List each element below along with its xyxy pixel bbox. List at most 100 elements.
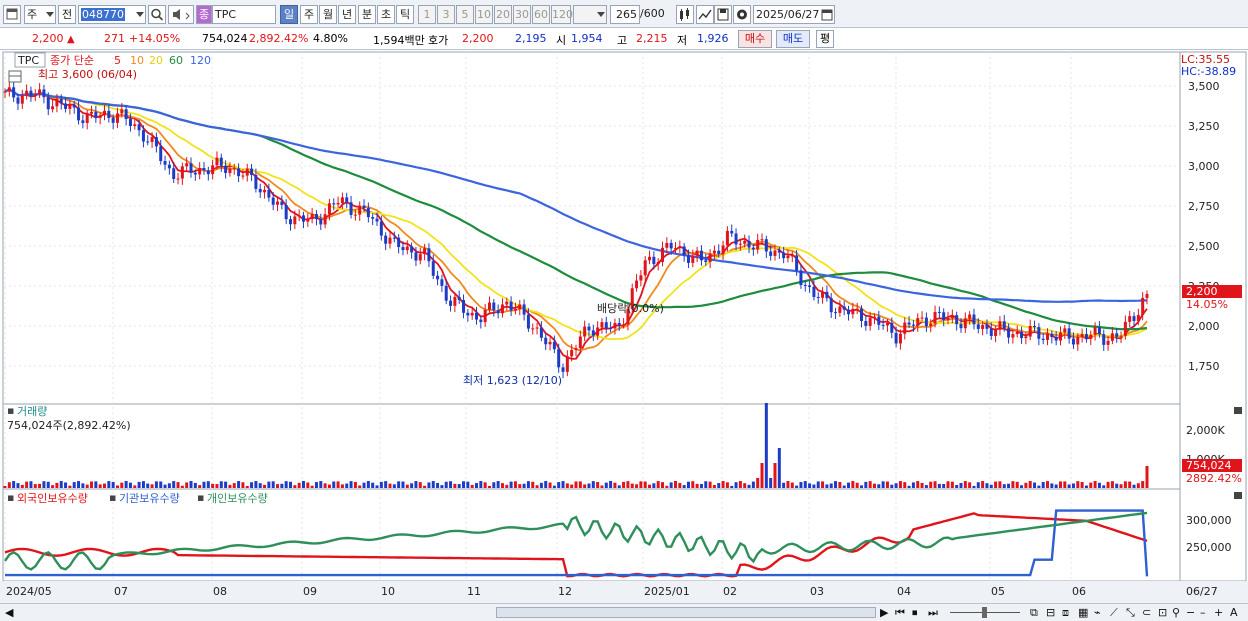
candle-icon[interactable] [676,5,694,24]
rewind-icon[interactable]: ⏮ [895,606,905,620]
grid-icon[interactable]: ▦ [1078,606,1088,619]
chart-canvas[interactable]: TPC 종가 단순 5 10 20 60 120 최고 3,600 (06/04… [0,51,1248,603]
count-input[interactable]: 265 [610,5,640,24]
candle-body [872,316,876,318]
period-year[interactable]: 년 [338,5,356,24]
volume-bar [314,482,318,488]
volume-bar [124,481,128,488]
save-icon[interactable] [714,5,732,24]
volume-bar [994,481,998,488]
magnet-icon[interactable]: ⊂ [1142,606,1151,619]
scroll-right-icon[interactable]: ▶ [880,606,888,619]
font-size-icon[interactable]: A [1230,606,1238,619]
volume-bar [427,482,431,488]
candle-body [509,301,513,311]
volume-bar [3,486,7,488]
overlay-icon[interactable]: ⧈ [1062,606,1069,620]
candle-body [98,115,102,118]
interval-5[interactable]: 5 [456,5,474,24]
period-week[interactable]: 주 [300,5,318,24]
holding-panel-close-icon[interactable] [1234,492,1242,499]
evaluate-button[interactable]: 평 [816,30,834,48]
candle-body [189,163,193,173]
volume-bar [462,481,466,488]
split-icon[interactable]: ⊟ [1046,606,1055,619]
volume-bar [609,481,613,488]
volume-bar [648,484,652,488]
volume-bar [449,481,453,488]
candle-body [1080,334,1084,338]
interval-1[interactable]: 1 [418,5,436,24]
volume-bar [1084,485,1088,488]
zoom-out-button[interactable]: – [1200,606,1206,619]
prev-button[interactable]: 전 [58,5,76,24]
volume-bar [306,482,310,488]
interval-30[interactable]: 30 [513,5,531,24]
zoom-slider-handle[interactable] [982,607,987,618]
volume-bar [245,485,249,488]
calendar-icon[interactable] [821,8,833,21]
interval-select[interactable] [573,5,607,24]
interval-10[interactable]: 10 [475,5,493,24]
candle-body [271,197,275,205]
volume-title: 거래량 [17,405,47,418]
search-icon[interactable] [148,5,166,24]
interval-3[interactable]: 3 [437,5,455,24]
volume-bar [812,484,816,488]
sell-button[interactable]: 매도 [776,30,810,48]
zoom-in-icon[interactable]: + [1214,606,1223,619]
period-tick[interactable]: 틱 [396,5,414,24]
period-second[interactable]: 초 [377,5,395,24]
stock-name-field[interactable]: TPC [212,5,276,24]
type-select[interactable]: 주 [24,5,56,24]
gear-icon[interactable] [733,5,751,24]
candle-body [336,202,340,205]
stop-icon[interactable]: ⏹ [912,606,918,620]
volume-bar [959,483,963,488]
candle-body [777,250,781,253]
zoom-out-icon[interactable]: − [1186,606,1195,619]
scroll-bar[interactable]: ◀ ▶ ⏮ ⏹ ⏭ ⧉ ⊟ ⧈ ▦ ⌁ ⟋ ⤡ ⊂ ⊡ ⚲ − – + A [0,603,1248,621]
volume-bar [159,481,163,488]
candle-body [1136,315,1140,321]
volume-bar [1020,485,1024,488]
candle-body [747,240,751,248]
candle-body [695,250,699,256]
candle-body [418,254,422,261]
volume-bar [777,448,781,488]
candle-body [128,119,132,127]
volume-bar [349,481,353,488]
trend-icon[interactable]: ⟋ [1110,606,1118,620]
period-day[interactable]: 일 [280,5,298,24]
interval-60[interactable]: 60 [532,5,550,24]
scroll-left-icon[interactable]: ◀ [5,606,13,619]
volume-panel-close-icon[interactable] [1234,407,1242,414]
date-input[interactable]: 2025/06/27 [753,5,835,24]
volume-bar [851,481,855,488]
chart-area[interactable]: TPC 종가 단순 5 10 20 60 120 최고 3,600 (06/04… [0,51,1248,603]
zoom-search-icon[interactable]: ⚲ [1172,606,1180,619]
stock-code-input[interactable]: 048770 [78,5,146,24]
window-menu-icon[interactable] [3,5,21,24]
play-icon[interactable]: ⏭ [928,606,938,620]
draw-icon[interactable]: ⌁ [1094,606,1101,619]
layout-icon[interactable]: ⧉ [1030,606,1038,620]
volume-bar [864,481,868,488]
sound-icon[interactable] [168,5,194,24]
candle-body [319,219,323,225]
candle-body [375,218,379,222]
scroll-thumb[interactable] [496,607,876,618]
price-tag-text: 2,200 [1186,285,1218,298]
period-minute[interactable]: 분 [358,5,376,24]
cursor-icon[interactable]: ⤡ [1126,606,1135,620]
candle-body [1106,340,1110,345]
candle-body [764,239,768,252]
interval-120[interactable]: 120 [551,5,573,24]
candle-body [371,217,375,219]
buy-button[interactable]: 매수 [738,30,772,48]
period-month[interactable]: 월 [319,5,337,24]
lock-icon[interactable]: ⊡ [1158,606,1167,619]
line-chart-icon[interactable] [696,5,714,24]
candle-body [898,333,902,344]
interval-20[interactable]: 20 [494,5,512,24]
